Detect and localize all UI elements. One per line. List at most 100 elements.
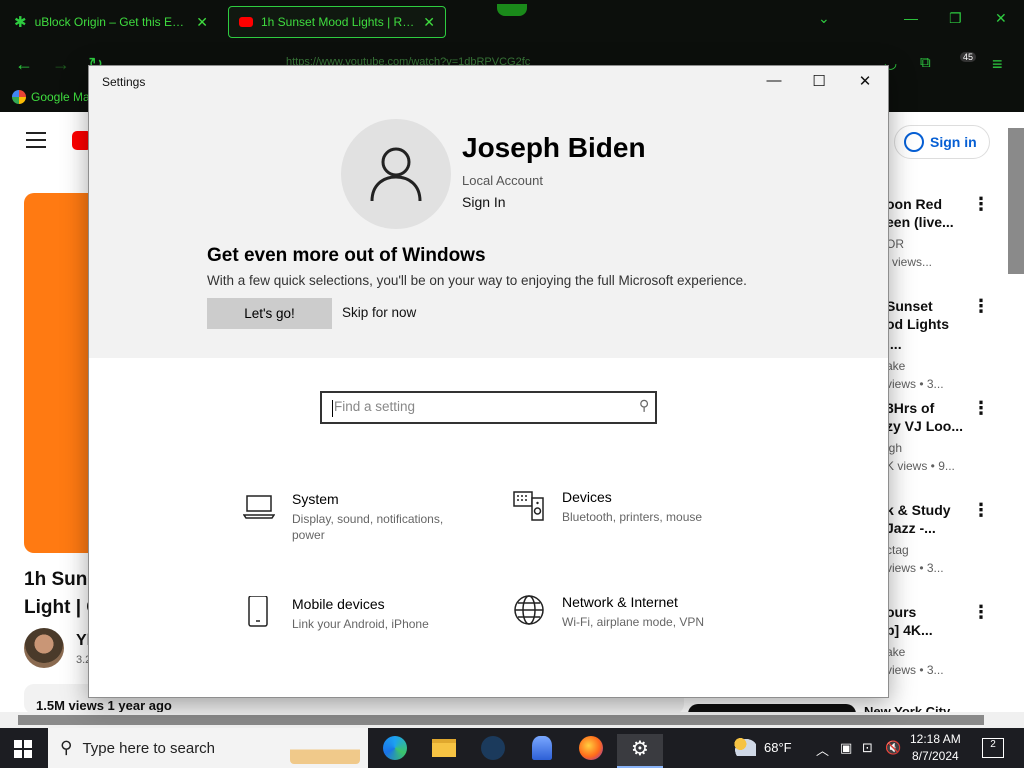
category-subtitle: Display, sound, notifications, power bbox=[292, 512, 444, 542]
recommendation-item[interactable]: ours p] 4K... ake views • 3... bbox=[886, 602, 966, 680]
maximize-browser-button[interactable]: ❐ bbox=[949, 10, 962, 27]
tab-ublock[interactable]: ✱ uBlock Origin – Get this Extens ✕ bbox=[4, 6, 218, 38]
rec-title: k & Study bbox=[886, 502, 951, 518]
firefox-icon[interactable] bbox=[577, 734, 605, 762]
video-title-line1: 1h Suns bbox=[24, 569, 94, 590]
search-icon: ⚲ bbox=[638, 397, 649, 413]
taskbar-search-box[interactable]: ⚲ Type here to search bbox=[48, 728, 368, 768]
horizontal-scrollbar[interactable] bbox=[0, 712, 1024, 728]
text-caret bbox=[332, 400, 333, 417]
clock[interactable]: 12:18 AM 8/7/2024 bbox=[910, 731, 961, 765]
close-button[interactable]: ✕ bbox=[850, 72, 880, 90]
temperature[interactable]: 68°F bbox=[764, 740, 792, 755]
category-subtitle: Bluetooth, printers, mouse bbox=[562, 510, 703, 524]
more-options-icon[interactable]: ⋮ bbox=[972, 194, 990, 215]
rec-title: od Lights |... bbox=[886, 316, 949, 352]
youtube-sign-in-button[interactable]: Sign in bbox=[894, 125, 990, 159]
more-options-icon[interactable]: ⋮ bbox=[972, 398, 990, 419]
video-title: 1h Suns Light | C bbox=[24, 566, 94, 622]
tab-youtube[interactable]: 1h Sunset Mood Lights | Radia ✕ bbox=[228, 6, 446, 38]
menu-icon[interactable]: ≡ bbox=[992, 54, 1003, 75]
steam-icon[interactable] bbox=[479, 734, 507, 762]
more-options-icon[interactable]: ⋮ bbox=[972, 296, 990, 317]
network-icon[interactable]: ⊡ bbox=[862, 740, 873, 756]
scrollbar-thumb[interactable] bbox=[18, 715, 984, 725]
rec-channel: ake bbox=[886, 359, 906, 373]
close-tab-icon[interactable]: ✕ bbox=[423, 14, 435, 31]
notification-count: 2 bbox=[990, 739, 996, 750]
search-icon: ⚲ bbox=[60, 738, 73, 757]
minimize-button[interactable]: — bbox=[759, 72, 789, 89]
date: 8/7/2024 bbox=[911, 749, 959, 763]
rec-title: zy VJ Loo... bbox=[886, 418, 964, 434]
category-title: Network & Internet bbox=[562, 594, 678, 610]
category-subtitle: Link your Android, iPhone bbox=[292, 617, 429, 631]
category-subtitle: Wi-Fi, airplane mode, VPN bbox=[562, 615, 705, 629]
recommendation-item[interactable]: k & Study Jazz -... ctag views • 3... bbox=[886, 500, 966, 578]
close-browser-button[interactable]: ✕ bbox=[995, 10, 1007, 27]
video-player[interactable] bbox=[24, 193, 94, 553]
more-options-icon[interactable]: ⋮ bbox=[972, 602, 990, 623]
minimize-browser-button[interactable]: — bbox=[904, 10, 918, 26]
close-tab-icon[interactable]: ✕ bbox=[196, 14, 208, 31]
back-arrow-icon[interactable]: ← bbox=[15, 54, 33, 75]
window-title: Settings bbox=[102, 75, 146, 89]
skip-for-now-link[interactable]: Skip for now bbox=[342, 305, 416, 320]
settings-taskbar-button[interactable]: ⚙ bbox=[617, 734, 663, 768]
app-blue-icon[interactable] bbox=[528, 734, 556, 762]
rec-title: 3Hrs of bbox=[886, 400, 935, 416]
promo-text: With a few quick selections, you'll be o… bbox=[207, 273, 747, 288]
notification-center-icon[interactable]: 2 bbox=[982, 738, 1004, 758]
maximize-button[interactable]: ☐ bbox=[804, 72, 834, 90]
tab-search-chevron-icon[interactable]: ⌄ bbox=[818, 10, 830, 27]
lets-go-button[interactable]: Let's go! bbox=[207, 298, 332, 329]
category-title: System bbox=[292, 491, 339, 507]
extensions-icon[interactable]: ⧉ bbox=[920, 54, 931, 71]
rec-meta: l views... bbox=[886, 255, 933, 269]
channel-avatar[interactable] bbox=[24, 628, 64, 668]
rec-title: p] 4K... bbox=[886, 622, 933, 638]
user-avatar bbox=[341, 119, 451, 229]
google-icon bbox=[12, 90, 26, 104]
devices-icon bbox=[513, 491, 544, 521]
gear-icon: ⚙ bbox=[631, 738, 649, 760]
bookmark-google-maps[interactable]: Google Ma bbox=[12, 90, 90, 104]
gpu-icon bbox=[497, 4, 527, 16]
recommendation-item[interactable]: Sunset od Lights |... ake views • 3... bbox=[886, 296, 966, 394]
edge-icon[interactable] bbox=[381, 734, 409, 762]
volume-muted-icon[interactable]: 🔇 bbox=[885, 740, 901, 756]
tab-label: 1h Sunset Mood Lights | Radia bbox=[261, 15, 416, 29]
recommendation-item[interactable]: oon Red een (live... OR l views... bbox=[886, 194, 966, 272]
laptop-icon bbox=[243, 495, 275, 519]
video-title-line2: Light | C bbox=[24, 597, 94, 618]
rec-meta: K views • 9... bbox=[886, 459, 955, 473]
file-explorer-icon[interactable] bbox=[430, 734, 458, 762]
rec-channel: OR bbox=[886, 237, 904, 251]
extension-badge: 45 bbox=[960, 52, 977, 62]
recommendation-item[interactable]: 3Hrs of zy VJ Loo... igh K views • 9... bbox=[886, 398, 966, 476]
sign-in-link[interactable]: Sign In bbox=[462, 194, 506, 210]
forward-arrow-icon[interactable]: → bbox=[52, 54, 70, 75]
more-options-icon[interactable]: ⋮ bbox=[972, 500, 990, 521]
vertical-scrollbar[interactable] bbox=[1008, 128, 1024, 274]
rec-title: oon Red bbox=[886, 196, 942, 212]
search-placeholder: Find a setting bbox=[334, 399, 416, 414]
weather-icon[interactable] bbox=[732, 736, 756, 756]
category-title: Mobile devices bbox=[292, 596, 385, 612]
find-setting-input[interactable]: Find a setting ⚲ bbox=[320, 391, 657, 424]
show-hidden-icons-chevron-icon[interactable]: ︿ bbox=[816, 740, 829, 759]
start-button-icon[interactable] bbox=[14, 740, 32, 758]
account-type: Local Account bbox=[462, 173, 543, 188]
sign-in-label: Sign in bbox=[930, 134, 977, 150]
settings-window: Settings — ☐ ✕ Joseph Biden Local Accoun… bbox=[88, 65, 889, 698]
time: 12:18 AM bbox=[910, 732, 961, 746]
hamburger-menu-icon[interactable] bbox=[26, 132, 46, 153]
tab-label: uBlock Origin – Get this Extens bbox=[34, 15, 189, 29]
rec-channel: igh bbox=[886, 441, 903, 455]
beach-illustration-icon bbox=[290, 732, 360, 764]
meet-now-icon[interactable]: ▣ bbox=[840, 740, 852, 756]
account-icon bbox=[904, 132, 924, 152]
user-silhouette-icon bbox=[370, 147, 422, 202]
category-title: Devices bbox=[562, 489, 612, 505]
phone-icon bbox=[248, 596, 268, 627]
